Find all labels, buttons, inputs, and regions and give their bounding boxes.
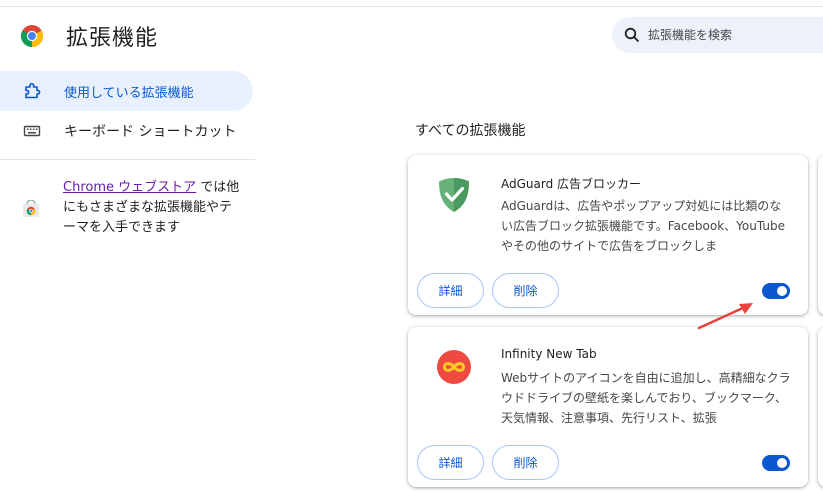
chrome-logo-icon	[21, 25, 43, 47]
search-icon	[624, 27, 640, 43]
extension-description: Webサイトのアイコンを自由に追加し、高精細なクラウドドライブの壁紙を楽しんでお…	[501, 371, 791, 425]
remove-button[interactable]: 削除	[492, 445, 559, 480]
extension-name: Infinity New Tab	[501, 347, 597, 361]
web-store-promo: Chrome ウェブストア では他にもさまざまな拡張機能やテーマを入手できます	[22, 178, 242, 238]
remove-button[interactable]: 削除	[492, 273, 559, 308]
enable-toggle[interactable]	[762, 455, 790, 471]
chrome-web-store-icon	[23, 200, 39, 217]
annotation-arrow-icon	[697, 303, 753, 330]
sidebar-item-my-extensions[interactable]: 使用している拡張機能	[0, 71, 253, 111]
search-input[interactable]	[648, 28, 823, 42]
extension-card-adguard: AdGuard 広告ブロッカー AdGuardは、広告やポップアップ対処には比類…	[408, 155, 808, 315]
extension-card-partial	[818, 155, 823, 315]
extension-card-infinity: Infinity New Tab Webサイトのアイコンを自由に追加し、高精細な…	[408, 327, 808, 487]
adguard-shield-icon	[439, 178, 469, 212]
extension-name: AdGuard 広告ブロッカー	[501, 177, 642, 191]
infinity-icon	[437, 350, 471, 384]
page-title: 拡張機能	[66, 26, 159, 51]
enable-toggle[interactable]	[762, 283, 790, 299]
details-button[interactable]: 詳細	[417, 273, 484, 308]
keyboard-icon	[23, 125, 41, 137]
puzzle-icon	[25, 82, 41, 99]
sidebar-divider	[0, 159, 255, 160]
details-button[interactable]: 詳細	[417, 445, 484, 480]
chrome-web-store-link[interactable]: Chrome ウェブストア	[63, 180, 196, 195]
search-field[interactable]	[612, 17, 823, 53]
sidebar-item-label: 使用している拡張機能	[64, 85, 194, 101]
sidebar-item-label: キーボード ショートカット	[64, 124, 237, 140]
sidebar-item-keyboard-shortcuts[interactable]: キーボード ショートカット	[0, 111, 253, 151]
toggle-knob	[777, 458, 787, 468]
top-divider	[0, 6, 823, 7]
toggle-knob	[777, 286, 787, 296]
extension-description: AdGuardは、広告やポップアップ対処には比類のない広告ブロック拡張機能です。…	[501, 199, 785, 253]
section-title: すべての拡張機能	[415, 123, 526, 139]
extension-card-partial	[818, 327, 823, 487]
